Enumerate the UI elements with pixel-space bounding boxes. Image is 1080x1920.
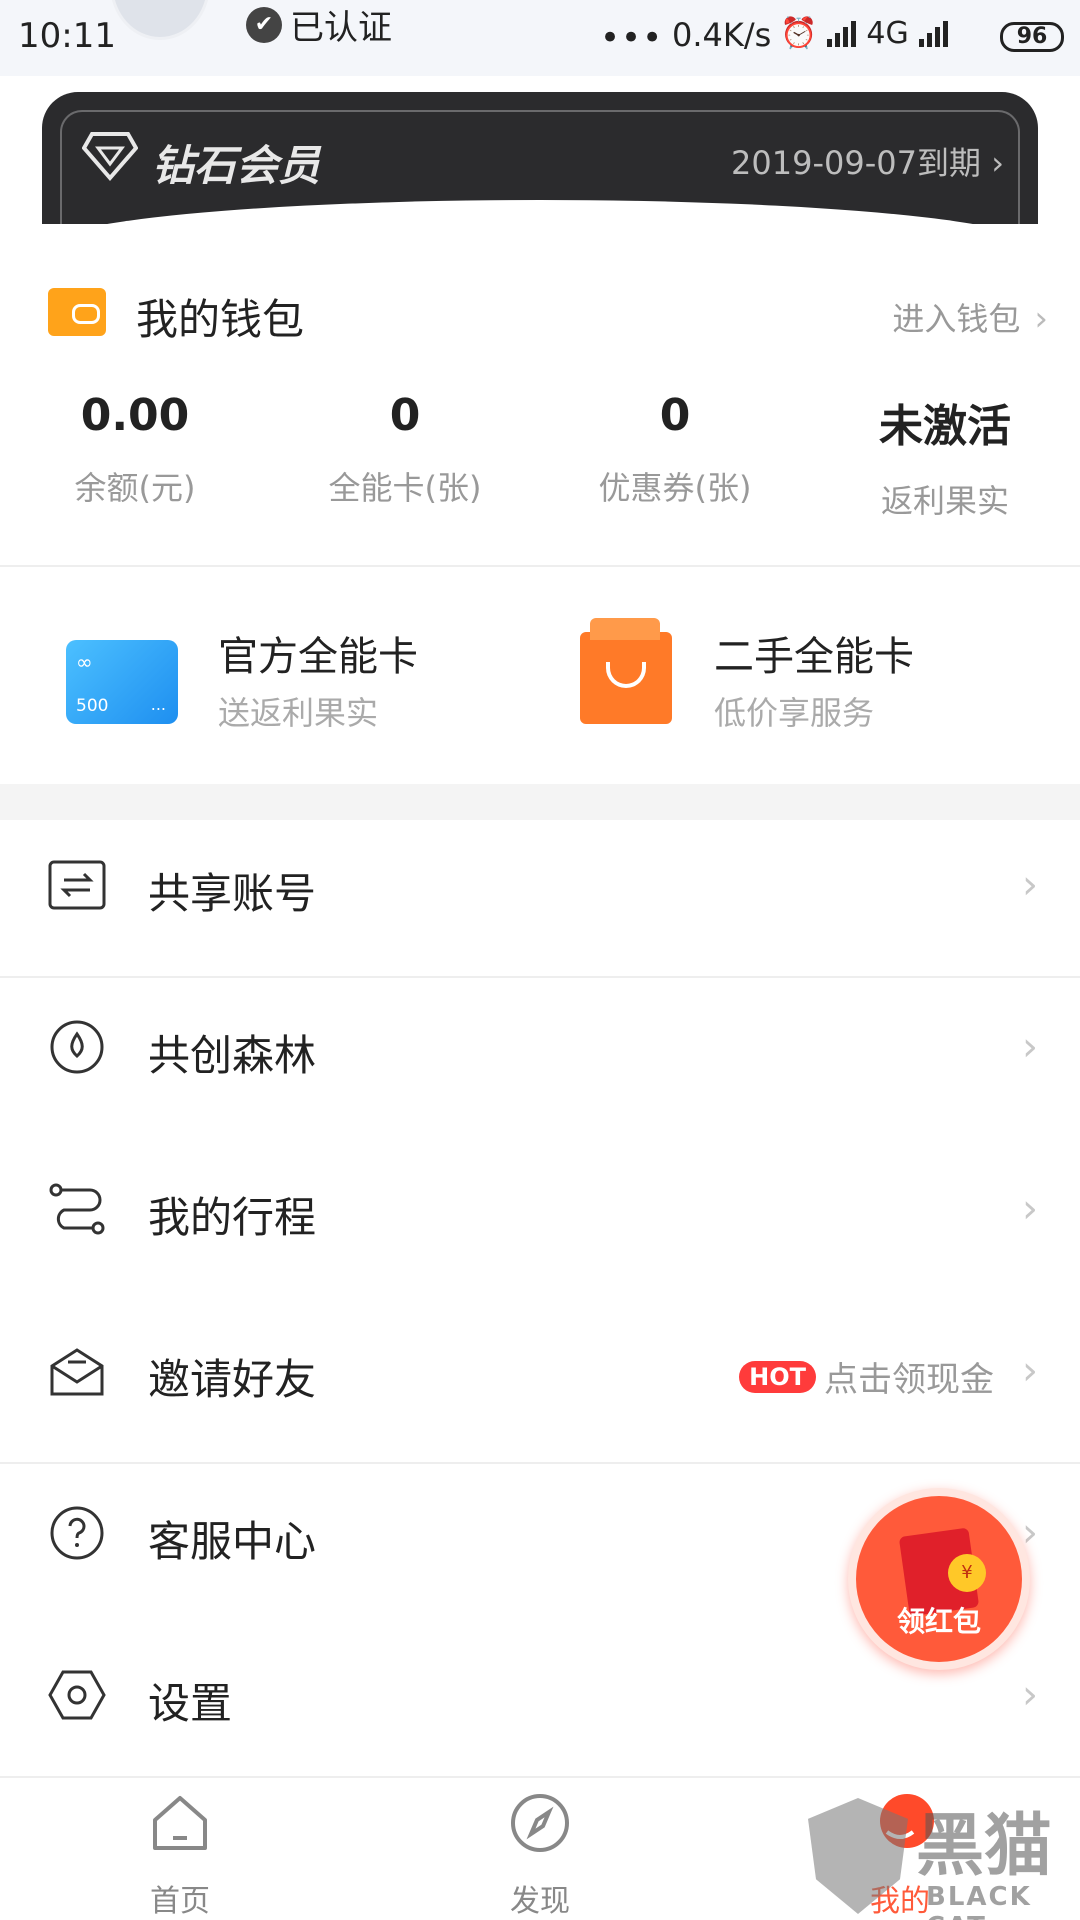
status-time: 10:11 (18, 16, 116, 56)
signal-icon (827, 20, 857, 47)
secondhand-card-title: 二手全能卡 (714, 634, 914, 680)
menu-label: 共创森林 (148, 1031, 317, 1080)
chevron-right-icon: › (1022, 1672, 1038, 1718)
divider (0, 1462, 1080, 1464)
compass-icon (511, 1794, 569, 1852)
battery-icon: 96 (1000, 22, 1064, 52)
watermark-logo: 黑猫 BLACK CAT (808, 1784, 1078, 1920)
alarm-icon: ⏰ (780, 16, 818, 51)
stat-label: 返利果实 (880, 482, 1009, 520)
divider (0, 565, 1080, 567)
avatar[interactable] (110, 0, 210, 40)
stat-label: 优惠券(张) (598, 469, 752, 507)
menu-item-forest[interactable]: 共创森林 › (0, 982, 1080, 1112)
card-dots: ... (150, 695, 166, 714)
signal-icon-2 (918, 20, 948, 47)
stat-value: 0.00 (80, 390, 190, 441)
menu-label: 客服中心 (148, 1517, 317, 1566)
chevron-right-icon: › (1022, 862, 1038, 908)
enter-wallet-label: 进入钱包 (892, 300, 1021, 338)
invite-promo: HOT 点击领现金 (739, 1352, 994, 1401)
tab-home[interactable]: 首页 (80, 1792, 280, 1920)
official-card-title: 官方全能卡 (218, 634, 418, 680)
coin-icon: ¥ (948, 1554, 986, 1592)
stat-coupons[interactable]: 0 优惠券(张) (540, 390, 810, 509)
chevron-right-icon: › (1034, 299, 1048, 339)
divider (0, 976, 1080, 978)
route-icon (49, 1183, 105, 1235)
network-type: 4G (866, 16, 909, 51)
settings-icon (48, 1670, 106, 1720)
drop-icon (50, 1020, 104, 1074)
hot-badge: HOT (739, 1360, 816, 1393)
cat-shield-icon (808, 1798, 908, 1914)
stat-value: 0 (389, 390, 421, 441)
tab-label: 发现 (510, 1884, 570, 1919)
help-icon (50, 1506, 104, 1560)
red-packet-button[interactable]: ¥ 领红包 (848, 1488, 1030, 1670)
menu-label: 我的行程 (148, 1193, 317, 1242)
card-icon: ∞ 500 ... (66, 628, 182, 724)
card-number: 500 (76, 696, 109, 716)
menu-item-invite[interactable]: 邀请好友 HOT 点击领现金 › (0, 1306, 1080, 1436)
stat-value: 未激活 (879, 401, 1011, 452)
invite-hint: 点击领现金 (824, 1360, 994, 1400)
verified-badge: ✔ 已认证 (246, 0, 392, 49)
network-speed: 0.4K/s (672, 16, 772, 54)
section-gap (0, 784, 1080, 820)
menu-label: 共享账号 (148, 869, 317, 918)
menu-label: 邀请好友 (148, 1355, 317, 1404)
chevron-right-icon: › (1022, 1186, 1038, 1232)
vip-title: 钻石会员 (152, 141, 321, 190)
wallet-title: 我的钱包 (136, 295, 305, 344)
status-icons: ⏰ 4G (780, 16, 948, 51)
wallet-icon (48, 288, 106, 336)
stat-label: 余额(元) (74, 469, 196, 507)
verified-check-icon: ✔ (246, 6, 282, 43)
wallet-header: 我的钱包 进入钱包 › (48, 280, 1048, 350)
invite-icon (50, 1348, 104, 1396)
red-packet-label: 领红包 (896, 1605, 981, 1638)
enter-wallet-link[interactable]: 进入钱包 › (892, 294, 1048, 340)
stat-label: 全能卡(张) (328, 469, 482, 507)
verified-label: 已认证 (290, 8, 392, 48)
cards-row: ∞ 500 ... 官方全能卡 送返利果实 二手全能卡 低价享服务 (0, 600, 1080, 780)
card-inf-mark: ∞ (76, 650, 93, 674)
shopping-bag-icon (580, 618, 672, 724)
stat-rebate[interactable]: 未激活 返利果实 (810, 390, 1080, 522)
chevron-right-icon: › (1022, 1024, 1038, 1070)
secondhand-card-subtitle: 低价享服务 (714, 694, 875, 732)
diamond-icon (82, 132, 138, 182)
watermark-cn: 黑猫 (916, 1807, 1053, 1886)
swap-icon (48, 860, 106, 910)
menu-label: 设置 (148, 1679, 233, 1728)
status-bar: 10:11 ✔ 已认证 ••• 0.4K/s ⏰ 4G 96 (0, 0, 1080, 76)
tab-label: 首页 (150, 1884, 210, 1919)
tab-discover[interactable]: 发现 (440, 1792, 640, 1920)
stat-balance[interactable]: 0.00 余额(元) (0, 390, 270, 509)
menu-item-trips[interactable]: 我的行程 › (0, 1144, 1080, 1274)
home-icon (153, 1796, 207, 1850)
stat-cards[interactable]: 0 全能卡(张) (270, 390, 540, 509)
notification-dots: ••• (600, 18, 664, 58)
watermark-en: BLACK CAT (926, 1882, 1032, 1920)
menu-item-shared-account[interactable]: 共享账号 › (0, 820, 1080, 950)
chevron-right-icon: › (1022, 1348, 1038, 1394)
stat-value: 0 (659, 390, 691, 441)
vip-expiry[interactable]: 2019-09-07到期 › (731, 138, 1004, 184)
official-card-subtitle: 送返利果实 (218, 694, 379, 732)
wallet-stats: 0.00 余额(元) 0 全能卡(张) 0 优惠券(张) 未激活 返利果实 (0, 390, 1080, 540)
vip-card[interactable]: 钻石会员 2019-09-07到期 › (40, 92, 1040, 248)
